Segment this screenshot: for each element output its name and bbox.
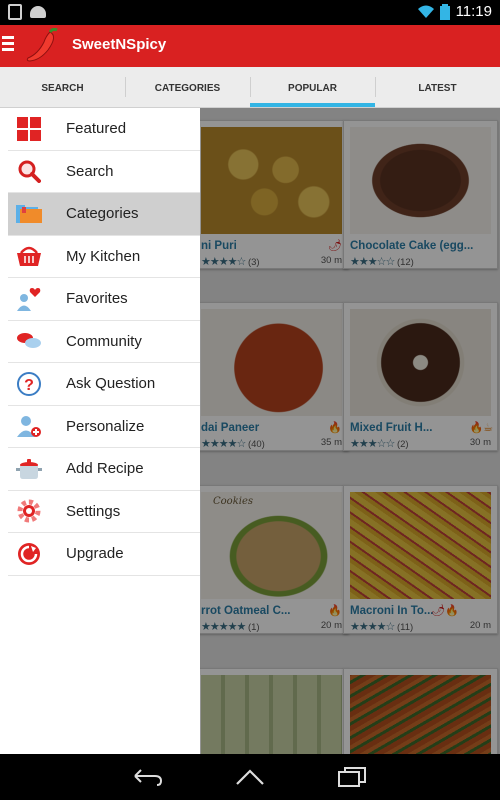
back-arrow-icon [134, 769, 163, 786]
drawer-item-ask-question[interactable]: ? Ask Question [8, 363, 200, 406]
drawer-item-label: Personalize [66, 417, 145, 435]
drawer-item-label: Community [66, 332, 142, 350]
tab-popular[interactable]: POPULAR [250, 67, 375, 107]
drawer-item-label: My Kitchen [66, 247, 141, 265]
question-icon: ? [16, 371, 42, 397]
navigation-drawer: Featured Search Categories My Kitchen Fa… [0, 108, 200, 754]
personalize-user-icon [16, 413, 42, 439]
drawer-item-label: Ask Question [66, 375, 156, 393]
status-bar: 11:19 [0, 0, 500, 25]
drawer-item-upgrade[interactable]: Upgrade [8, 533, 200, 576]
drawer-item-settings[interactable]: Settings [8, 491, 200, 533]
recents-icon [338, 767, 366, 787]
featured-grid-icon [16, 116, 42, 142]
folder-icon [16, 201, 42, 227]
drawer-item-featured[interactable]: Featured [8, 108, 200, 151]
system-nav-bar [0, 754, 500, 800]
app-title: SweetNSpicy [72, 36, 167, 53]
android-debug-icon [30, 6, 46, 18]
drawer-item-add-recipe[interactable]: Add Recipe [8, 448, 200, 491]
drawer-item-favorites[interactable]: Favorites [8, 278, 200, 321]
battery-icon [439, 3, 450, 20]
drawer-item-categories[interactable]: Categories [8, 193, 200, 236]
drawer-item-label: Featured [66, 120, 127, 138]
basket-icon [16, 243, 42, 269]
drawer-toggle-icon[interactable] [2, 36, 14, 54]
tab-categories[interactable]: CATEGORIES [125, 67, 250, 107]
tab-latest[interactable]: LATEST [375, 67, 500, 107]
cooking-pot-icon [16, 456, 42, 482]
recents-button[interactable] [336, 766, 368, 788]
back-button[interactable] [132, 766, 164, 788]
chat-bubbles-icon [16, 328, 42, 354]
upgrade-icon [16, 541, 42, 567]
tab-bar: SEARCH CATEGORIES POPULAR LATEST [0, 67, 500, 108]
tab-search[interactable]: SEARCH [0, 67, 125, 107]
drawer-item-personalize[interactable]: Personalize [8, 406, 200, 448]
drawer-item-community[interactable]: Community [8, 321, 200, 363]
drawer-item-label: Search [66, 162, 114, 180]
drawer-item-label: Add Recipe [66, 460, 144, 478]
home-button[interactable] [234, 766, 266, 788]
wifi-icon [417, 5, 434, 18]
drawer-item-my-kitchen[interactable]: My Kitchen [8, 236, 200, 278]
drawer-scrim[interactable] [200, 108, 500, 754]
gear-icon [16, 498, 42, 524]
drawer-item-label: Favorites [66, 290, 128, 308]
svg-text:?: ? [24, 377, 34, 394]
drawer-item-search[interactable]: Search [8, 151, 200, 193]
favorites-heart-icon [16, 286, 42, 312]
drawer-item-label: Settings [66, 502, 121, 520]
drawer-item-label: Upgrade [66, 545, 124, 563]
home-icon [236, 769, 264, 785]
chili-logo-icon[interactable] [24, 28, 60, 64]
search-icon [16, 158, 42, 184]
clock: 11:19 [455, 3, 492, 20]
drawer-item-label: Categories [66, 205, 139, 223]
notification-phone-icon [8, 4, 22, 20]
app-bar: SweetNSpicy [0, 25, 500, 67]
